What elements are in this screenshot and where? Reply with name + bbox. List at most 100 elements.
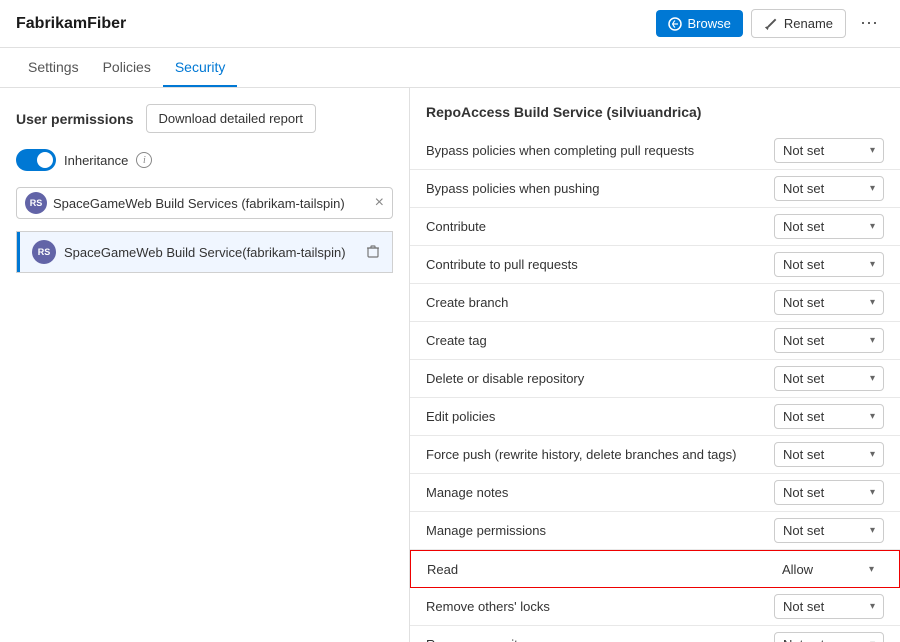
permission-row: Contribute Not set ▾ (410, 208, 900, 246)
chevron-down-icon: ▾ (870, 487, 875, 498)
permission-value: Not set (783, 333, 824, 348)
permission-value: Not set (783, 485, 824, 500)
permission-row: Force push (rewrite history, delete bran… (410, 436, 900, 474)
trash-icon (366, 244, 380, 258)
more-icon: ⋯ (860, 13, 878, 33)
inheritance-label: Inheritance (64, 153, 128, 168)
chevron-down-icon: ▾ (869, 564, 874, 575)
permission-value: Allow (782, 562, 813, 577)
permission-row: ReadAllow▾ (410, 550, 900, 588)
permission-name: Remove others' locks (426, 599, 774, 614)
inheritance-row: Inheritance i (16, 149, 393, 171)
permission-name: Create tag (426, 333, 774, 348)
permission-name: Bypass policies when pushing (426, 181, 774, 196)
panel-title: User permissions (16, 111, 134, 127)
chevron-down-icon: ▾ (870, 449, 875, 460)
permission-select[interactable]: Not set ▾ (774, 290, 884, 315)
rename-label: Rename (784, 16, 833, 31)
header-left: FabrikamFiber (16, 15, 126, 33)
permission-name: Contribute to pull requests (426, 257, 774, 272)
chevron-down-icon: ▾ (870, 335, 875, 346)
permission-select[interactable]: Not set ▾ (774, 214, 884, 239)
chevron-down-icon: ▾ (870, 259, 875, 270)
browse-icon (668, 17, 682, 31)
permission-value: Not set (783, 523, 824, 538)
permission-select[interactable]: Not set ▾ (774, 366, 884, 391)
tab-security[interactable]: Security (163, 49, 238, 87)
permission-value: Not set (783, 295, 824, 310)
permission-row: Manage notes Not set ▾ (410, 474, 900, 512)
rename-button[interactable]: Rename (751, 9, 846, 38)
permission-name: Delete or disable repository (426, 371, 774, 386)
inheritance-info-icon[interactable]: i (136, 152, 152, 168)
permission-value: Not set (783, 181, 824, 196)
inheritance-toggle[interactable] (16, 149, 56, 171)
user-search-group[interactable]: RS SpaceGameWeb Build Services (fabrikam… (16, 187, 393, 219)
permission-select[interactable]: Not set ▾ (774, 328, 884, 353)
app-header: FabrikamFiber Browse Rename ⋯ (0, 0, 900, 48)
tab-settings[interactable]: Settings (16, 49, 91, 87)
chevron-down-icon: ▾ (870, 411, 875, 422)
permission-row: Contribute to pull requestsNot set▾ (410, 246, 900, 284)
right-panel: RepoAccess Build Service (silviuandrica)… (410, 88, 900, 642)
left-panel: User permissions Download detailed repor… (0, 88, 410, 642)
permission-name: Force push (rewrite history, delete bran… (426, 447, 774, 462)
chevron-down-icon: ▾ (870, 145, 875, 156)
rename-icon (764, 17, 778, 31)
permission-name: Contribute (426, 219, 774, 234)
search-value: SpaceGameWeb Build Services (fabrikam-ta… (53, 196, 369, 211)
download-report-button[interactable]: Download detailed report (146, 104, 317, 133)
permission-select[interactable]: Not set ▾ (774, 480, 884, 505)
permissions-list: Bypass policies when completing pull req… (410, 132, 900, 642)
repo-title: RepoAccess Build Service (silviuandrica) (410, 104, 900, 132)
permission-value: Not set (783, 143, 824, 158)
permission-select[interactable]: Not set ▾ (774, 442, 884, 467)
tab-policies[interactable]: Policies (91, 49, 163, 87)
permission-select[interactable]: Not set▾ (774, 632, 884, 642)
permission-name: Manage notes (426, 485, 774, 500)
permission-select[interactable]: Not set ▾ (774, 404, 884, 429)
delete-user-button[interactable] (366, 244, 380, 261)
nav-tabs: Settings Policies Security (0, 48, 900, 88)
panel-header: User permissions Download detailed repor… (16, 104, 393, 133)
permission-value: Not set (783, 447, 824, 462)
permission-name: Rename repository (426, 637, 774, 642)
permission-select[interactable]: Not set ▾ (774, 138, 884, 163)
permission-row: Create branch Not set ▾ (410, 284, 900, 322)
permission-value: Not set (783, 409, 824, 424)
permission-select[interactable]: Not set ▾ (774, 176, 884, 201)
permission-select[interactable]: Not set▾ (774, 252, 884, 277)
more-button[interactable]: ⋯ (854, 9, 884, 38)
app-title: FabrikamFiber (16, 15, 126, 33)
main-content: User permissions Download detailed repor… (0, 88, 900, 642)
permission-value: Not set (783, 637, 824, 642)
permission-name: Create branch (426, 295, 774, 310)
permission-value: Not set (783, 599, 824, 614)
user-list-item[interactable]: RS SpaceGameWeb Build Service(fabrikam-t… (17, 232, 392, 272)
permission-name: Bypass policies when completing pull req… (426, 143, 774, 158)
permission-select[interactable]: Not set▾ (774, 518, 884, 543)
permission-name: Edit policies (426, 409, 774, 424)
user-item-label: SpaceGameWeb Build Service(fabrikam-tail… (64, 245, 358, 260)
permission-row: Create tag Not set ▾ (410, 322, 900, 360)
permission-row: Bypass policies when pushing Not set ▾ (410, 170, 900, 208)
permission-value: Not set (783, 219, 824, 234)
chevron-down-icon: ▾ (870, 183, 875, 194)
permission-name: Manage permissions (426, 523, 774, 538)
clear-search-button[interactable]: × (375, 195, 384, 211)
search-avatar: RS (25, 192, 47, 214)
permission-select[interactable]: Allow ▾ (773, 557, 883, 582)
permission-select[interactable]: Not set ▾ (774, 594, 884, 619)
chevron-down-icon: ▾ (870, 221, 875, 232)
browse-button[interactable]: Browse (656, 10, 743, 37)
permission-row: Edit policies Not set ▾ (410, 398, 900, 436)
permission-row: Bypass policies when completing pull req… (410, 132, 900, 170)
header-right: Browse Rename ⋯ (656, 9, 885, 38)
chevron-down-icon: ▾ (870, 373, 875, 384)
permission-row: Rename repositoryNot set▾ (410, 626, 900, 642)
chevron-down-icon: ▾ (870, 297, 875, 308)
user-avatar: RS (32, 240, 56, 264)
chevron-down-icon: ▾ (870, 601, 875, 612)
permission-value: Not set (783, 371, 824, 386)
user-list: RS SpaceGameWeb Build Service(fabrikam-t… (16, 231, 393, 273)
